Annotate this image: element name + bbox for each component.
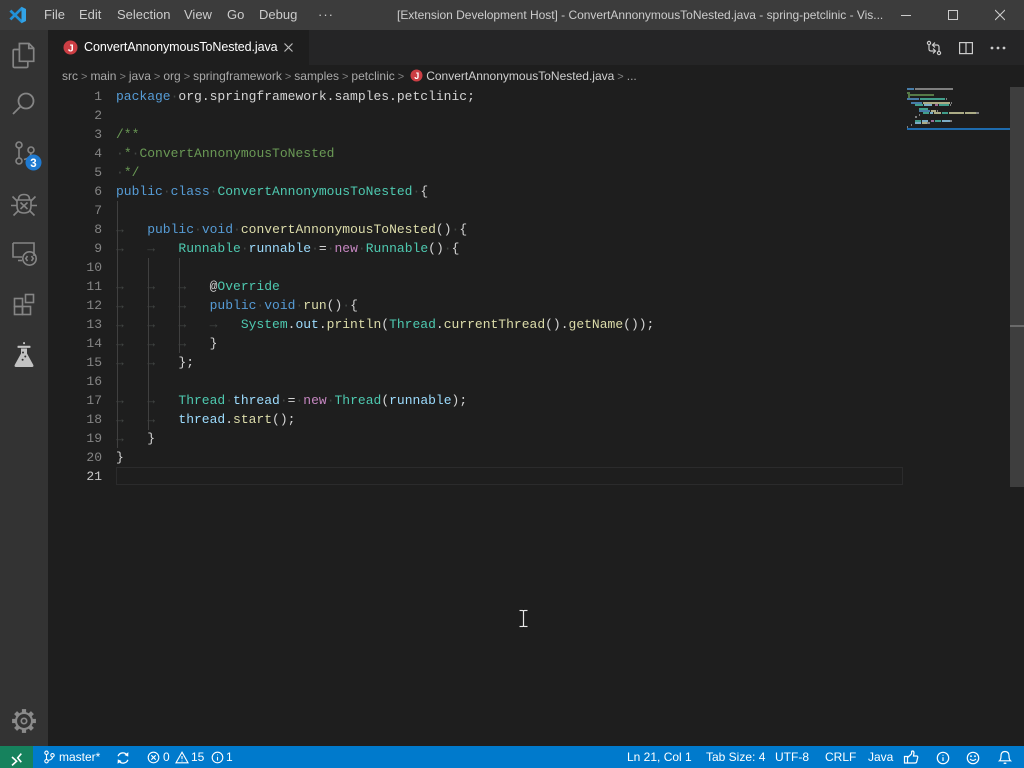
svg-text:3: 3 <box>30 158 36 170</box>
svg-text:J: J <box>414 71 419 81</box>
svg-text:J: J <box>68 42 74 54</box>
